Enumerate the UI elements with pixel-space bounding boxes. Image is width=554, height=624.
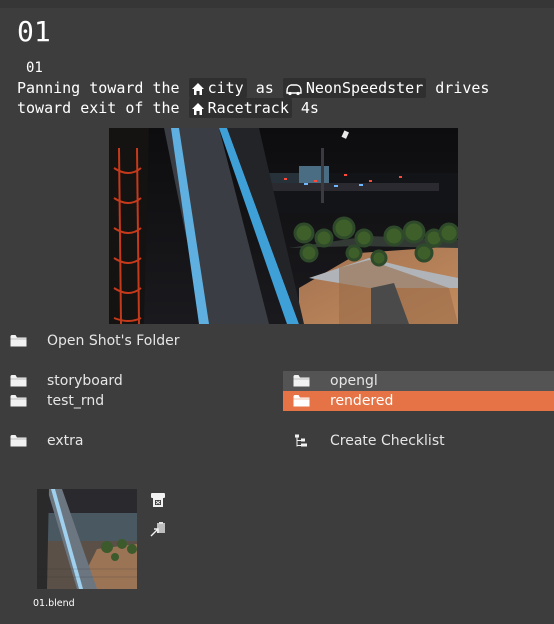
shot-description-line-2: toward exit of the Racetrack 4s bbox=[17, 98, 319, 118]
folder-test-rnd[interactable]: test_rnd bbox=[0, 391, 270, 411]
checklist-icon bbox=[293, 434, 311, 448]
folder-label: opengl bbox=[330, 373, 378, 389]
folder-icon bbox=[10, 394, 28, 408]
open-shot-folder-label: Open Shot's Folder bbox=[47, 333, 180, 349]
location-chip-racetrack[interactable]: Racetrack bbox=[188, 98, 292, 118]
folder-label: extra bbox=[47, 433, 84, 449]
home-icon bbox=[191, 83, 204, 95]
open-shot-folder-button[interactable]: Open Shot's Folder bbox=[0, 331, 270, 351]
folder-extra[interactable]: extra bbox=[0, 431, 270, 451]
location-label: city bbox=[207, 79, 244, 97]
shot-preview-image bbox=[109, 128, 458, 324]
blend-file-name: 01.blend bbox=[33, 598, 75, 609]
home-icon bbox=[191, 103, 204, 115]
character-label: NeonSpeedster bbox=[305, 79, 424, 97]
folder-label: test_rnd bbox=[47, 393, 105, 409]
folder-opengl[interactable]: opengl bbox=[283, 371, 554, 391]
description-text: as bbox=[246, 79, 283, 97]
shot-title: 01 bbox=[17, 15, 51, 48]
location-chip-city[interactable]: city bbox=[188, 78, 247, 98]
folder-icon bbox=[293, 374, 311, 388]
folder-rendered[interactable]: rendered bbox=[283, 391, 554, 411]
folder-icon bbox=[10, 334, 28, 348]
folder-label: rendered bbox=[330, 393, 394, 409]
car-icon bbox=[286, 84, 302, 96]
blend-file-thumbnail[interactable] bbox=[37, 489, 137, 589]
description-text: Panning toward the bbox=[17, 79, 189, 97]
character-chip-neonspeedster[interactable]: NeonSpeedster bbox=[282, 78, 427, 98]
create-checklist-button[interactable]: Create Checklist bbox=[283, 431, 554, 451]
folder-label: storyboard bbox=[47, 373, 123, 389]
description-text: drives bbox=[426, 79, 490, 97]
top-bar bbox=[0, 0, 554, 8]
folder-icon bbox=[293, 394, 311, 408]
shot-description-line-1: Panning toward the city as NeonSpeedster… bbox=[17, 78, 489, 98]
location-label: Racetrack bbox=[207, 99, 289, 117]
folder-storyboard[interactable]: storyboard bbox=[0, 371, 270, 391]
create-checklist-label: Create Checklist bbox=[330, 433, 445, 449]
description-text: 4s bbox=[291, 99, 319, 117]
folder-icon bbox=[10, 374, 28, 388]
shot-subtitle: 01 bbox=[26, 60, 43, 76]
render-icon[interactable] bbox=[150, 492, 166, 508]
description-text: toward exit of the bbox=[17, 99, 189, 117]
link-icon[interactable] bbox=[150, 521, 166, 537]
folder-icon bbox=[10, 434, 28, 448]
